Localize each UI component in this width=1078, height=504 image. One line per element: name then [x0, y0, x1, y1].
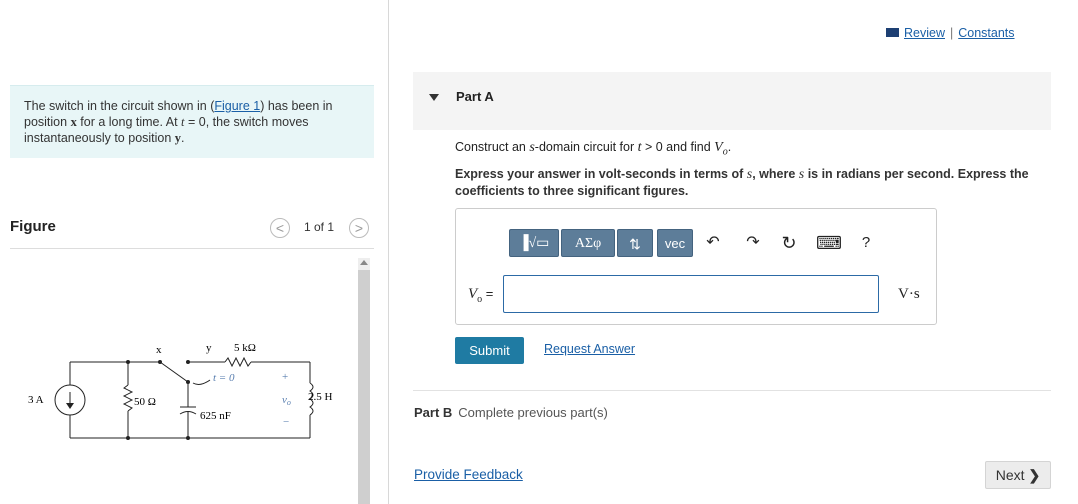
scroll-up-arrow-icon[interactable]: [360, 260, 368, 265]
r1-label: 50 Ω: [134, 396, 156, 408]
part-b-status: Complete previous part(s): [458, 405, 608, 420]
review-link[interactable]: Review: [904, 26, 945, 40]
templates-button[interactable]: ▐√▭: [509, 229, 559, 257]
review-constants-links: Review | Constants: [886, 26, 1015, 40]
part-a-instructions: Express your answer in volt-seconds in t…: [455, 167, 1029, 198]
figure-header: Figure < 1 of 1 >: [10, 218, 374, 249]
vector-button[interactable]: vec: [657, 229, 693, 257]
collapse-triangle-icon[interactable]: [429, 94, 439, 101]
answer-input[interactable]: [503, 275, 879, 313]
vo-label: vo: [282, 394, 291, 407]
section-divider: [413, 390, 1051, 391]
next-button[interactable]: Next ❯: [985, 461, 1051, 489]
answer-label: Vo =: [468, 286, 494, 305]
problem-text: The switch in the circuit shown in (: [24, 99, 215, 113]
switch-time-label: t = 0: [213, 372, 235, 384]
part-a-title: Part A: [456, 89, 494, 104]
figure-link[interactable]: Figure 1: [214, 99, 260, 113]
part-b-header: Part B Complete previous part(s): [414, 405, 608, 420]
constants-link[interactable]: Constants: [958, 26, 1014, 40]
figure-scrollbar[interactable]: [358, 258, 370, 504]
book-icon: [886, 28, 899, 37]
switch-y-label: y: [206, 342, 212, 354]
part-a-header[interactable]: Part A: [413, 72, 1051, 130]
request-answer-link[interactable]: Request Answer: [544, 342, 635, 356]
keyboard-icon[interactable]: ⌨: [815, 233, 843, 253]
vo-plus: +: [282, 371, 288, 383]
reset-icon[interactable]: ↻: [779, 233, 799, 253]
next-label: Next: [995, 467, 1025, 483]
provide-feedback-link[interactable]: Provide Feedback: [414, 467, 523, 482]
cap-label: 625 nF: [200, 410, 231, 422]
problem-text: for a long time. At: [76, 115, 182, 129]
undo-icon[interactable]: ↶: [703, 233, 723, 253]
greek-letters-button[interactable]: ΑΣφ: [561, 229, 615, 257]
figure-counter: 1 of 1: [304, 220, 335, 234]
part-b-label: Part B: [414, 405, 453, 420]
help-icon[interactable]: ?: [856, 233, 876, 253]
units-label: V·s: [898, 286, 920, 302]
r2-label: 5 kΩ: [234, 342, 256, 354]
switch-x-label: x: [156, 344, 162, 356]
next-figure-button[interactable]: >: [349, 218, 369, 238]
link-separator: |: [950, 26, 954, 40]
problem-statement: The switch in the circuit shown in (Figu…: [10, 85, 374, 158]
scroll-thumb[interactable]: [358, 270, 370, 504]
submit-button[interactable]: Submit: [455, 337, 524, 364]
answer-box: ▐√▭ ΑΣφ ⇅ vec ↶ ↷ ↻ ⌨ ? Vo = V·s: [455, 208, 937, 325]
arrows-button[interactable]: ⇅: [617, 229, 653, 257]
problem-text: .: [181, 131, 185, 145]
circuit-diagram: 3 A 50 Ω x y t = 0 5 kΩ 625 nF + vo − 2.…: [28, 342, 333, 440]
inductor-label: 2.5 H: [308, 391, 333, 403]
previous-figure-button[interactable]: <: [270, 218, 290, 238]
part-a-question: Construct an s-domain circuit for t > 0 …: [455, 140, 732, 158]
left-panel: The switch in the circuit shown in (Figu…: [0, 0, 389, 504]
vo-minus: −: [283, 416, 289, 428]
figure-title: Figure: [10, 218, 56, 235]
chevron-right-icon: ❯: [1028, 467, 1041, 483]
source-label: 3 A: [28, 394, 44, 406]
redo-icon[interactable]: ↷: [743, 233, 763, 253]
